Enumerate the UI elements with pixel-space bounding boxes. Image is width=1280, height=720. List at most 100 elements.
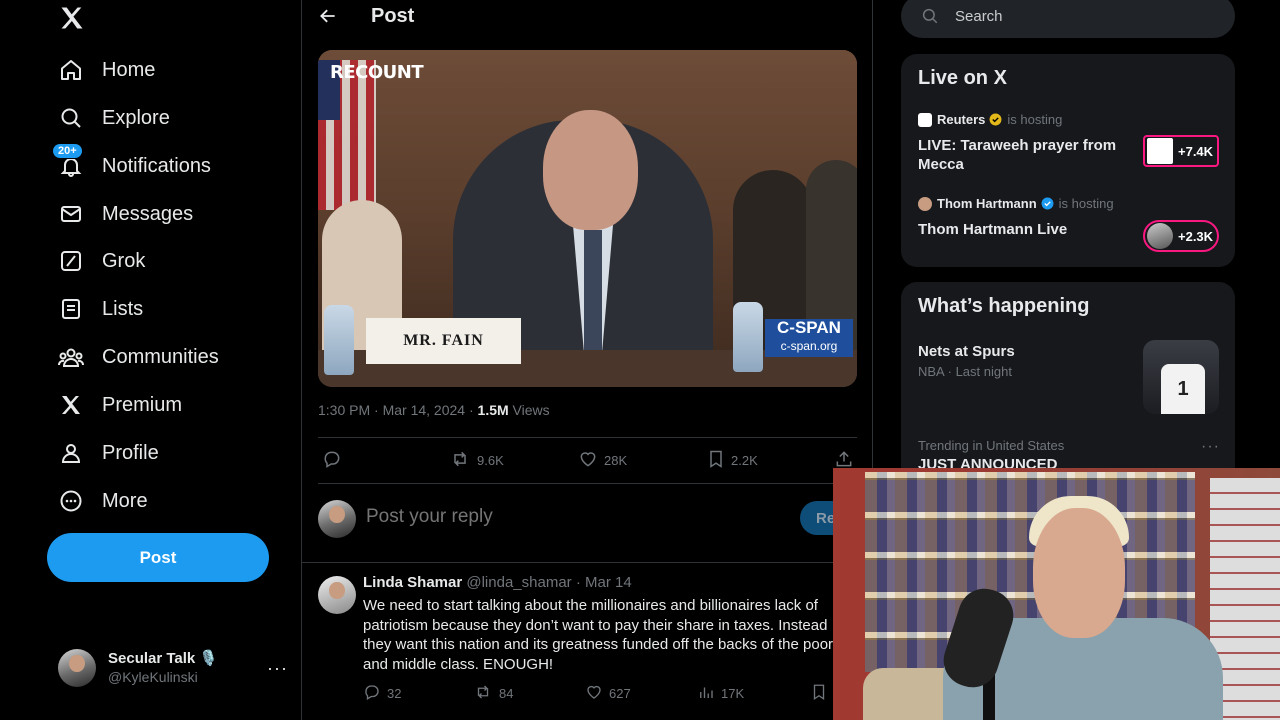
reply-icon	[322, 449, 348, 472]
views-count: 17K	[721, 685, 745, 701]
post-views-label: Views	[508, 402, 550, 418]
trend-context: Trending in United States	[918, 438, 1065, 453]
nav-profile[interactable]: Profile	[58, 433, 159, 473]
nameplate: MR. FAIN	[366, 318, 521, 364]
account-switcher[interactable]: Secular Talk 🎙️ @KyleKulinski ···	[58, 646, 288, 690]
avatar[interactable]	[318, 576, 356, 614]
like-count: 28K	[604, 452, 628, 468]
search-bar[interactable]	[901, 0, 1235, 38]
cspan-url: c-span.org	[780, 339, 838, 353]
live-host-thom[interactable]: Thom Hartmann is hosting	[918, 196, 1114, 211]
mail-icon	[58, 201, 84, 227]
live-listener-count: +7.4K	[1178, 143, 1214, 159]
thom-avatar	[1147, 223, 1173, 249]
communities-icon	[58, 344, 84, 370]
reply-action[interactable]	[322, 446, 348, 474]
nav-notifications[interactable]: 20+ Notifications	[52, 143, 211, 186]
search-input[interactable]	[955, 7, 1215, 25]
nav-home-label: Home	[102, 58, 156, 81]
post-views-count: 1.5M	[477, 402, 509, 418]
lists-icon	[58, 296, 84, 322]
post-video[interactable]: MR. FAIN RECOUNT C-SPAN c-span.org	[318, 50, 857, 387]
reply-input[interactable]	[366, 506, 746, 528]
repost-icon	[449, 449, 477, 472]
like-action[interactable]: 28K	[578, 446, 627, 474]
account-name: Secular Talk 🎙️	[108, 650, 219, 667]
nav-premium[interactable]: Premium	[58, 385, 182, 425]
reply-author-handle[interactable]: @linda_shamar	[466, 574, 571, 591]
post-button[interactable]: Post	[47, 533, 269, 582]
verified-blue-icon	[1041, 197, 1054, 210]
nav-more-label: More	[102, 489, 148, 512]
live-listeners-pill[interactable]: +7.4K	[1143, 135, 1219, 167]
reuters-avatar	[1147, 138, 1173, 164]
account-handle: @KyleKulinski	[108, 669, 198, 685]
recount-watermark: RECOUNT	[330, 62, 424, 83]
nav-grok[interactable]: Grok	[58, 241, 145, 281]
post-header: Post	[302, 0, 872, 38]
grok-icon	[58, 248, 84, 274]
x-logo-icon[interactable]	[58, 4, 86, 32]
nav-notifications-label: Notifications	[102, 154, 211, 177]
nav-communities[interactable]: Communities	[58, 337, 219, 377]
reuters-avatar	[918, 112, 932, 127]
reply-action[interactable]: 32	[363, 682, 401, 704]
hosting-label: is hosting	[1007, 112, 1063, 127]
live-title[interactable]: LIVE: Taraweeh prayer from Mecca	[918, 136, 1128, 174]
repost-icon	[473, 683, 499, 704]
reply-composer: Reply	[318, 498, 880, 540]
nav-more[interactable]: More	[58, 481, 148, 521]
bookmark-action[interactable]	[811, 682, 833, 704]
views-action[interactable]: 17K	[697, 682, 744, 704]
nav-messages[interactable]: Messages	[58, 194, 193, 234]
bookmark-action[interactable]: 2.2K	[707, 446, 758, 474]
live-host-reuters[interactable]: Reuters is hosting	[918, 112, 1062, 127]
back-arrow-icon[interactable]	[318, 6, 338, 26]
divider	[318, 483, 857, 484]
profile-icon	[58, 440, 84, 466]
search-icon	[58, 105, 84, 131]
nav-profile-label: Profile	[102, 441, 159, 464]
main-column: Post MR. FAIN RECOUNT C-SPAN c-span.org …	[302, 0, 880, 720]
like-action[interactable]: 627	[585, 682, 631, 704]
bell-icon: 20+	[52, 143, 84, 179]
more-horizontal-icon[interactable]: ···	[1201, 438, 1220, 456]
heart-icon	[578, 449, 604, 472]
bookmark-icon	[707, 449, 731, 472]
reply-icon	[363, 683, 387, 704]
live-on-x-panel: Live on X Reuters is hosting LIVE: Taraw…	[901, 54, 1235, 267]
live-title[interactable]: Thom Hartmann Live	[918, 220, 1128, 239]
more-horizontal-icon[interactable]: ···	[267, 658, 288, 679]
trend-thumbnail[interactable]: 1	[1143, 340, 1219, 414]
whats-happening-panel: What’s happening Nets at Spurs NBA · Las…	[901, 282, 1235, 482]
reply-text: We need to start talking about the milli…	[363, 597, 834, 673]
cspan-name: C-SPAN	[777, 318, 841, 337]
nav-lists-label: Lists	[102, 297, 144, 320]
reply-date: · Mar 14	[571, 574, 632, 591]
repost-action[interactable]: 9.6K	[449, 446, 504, 474]
left-navigation: Home Explore 20+ Notifications Messages …	[0, 0, 302, 720]
divider	[302, 562, 872, 563]
nav-premium-label: Premium	[102, 393, 183, 416]
cspan-logo: C-SPAN c-span.org	[765, 319, 853, 357]
nav-explore-label: Explore	[102, 106, 170, 129]
post-actions: 9.6K 28K 2.2K	[318, 446, 857, 474]
analytics-icon	[697, 683, 721, 704]
reply-author-name[interactable]: Linda Shamar	[363, 574, 462, 591]
nav-explore[interactable]: Explore	[58, 98, 170, 138]
nav-home[interactable]: Home	[58, 50, 155, 90]
repost-action[interactable]: 84	[473, 682, 513, 704]
x-logo-icon	[58, 392, 84, 418]
thom-avatar	[918, 196, 932, 211]
nav-lists[interactable]: Lists	[58, 289, 143, 329]
post-time: 1:30 PM · Mar 14, 2024 ·	[318, 402, 478, 418]
verified-gold-icon	[989, 113, 1002, 126]
repost-count: 9.6K	[477, 452, 504, 468]
nav-messages-label: Messages	[102, 202, 194, 225]
live-listeners-pill[interactable]: +2.3K	[1143, 220, 1219, 252]
more-circle-icon	[58, 488, 84, 514]
search-icon	[921, 7, 939, 25]
live-host-name: Thom Hartmann	[937, 196, 1037, 211]
avatar	[58, 649, 96, 687]
reply-post-header: Linda Shamar @linda_shamar · Mar 14	[363, 574, 632, 591]
